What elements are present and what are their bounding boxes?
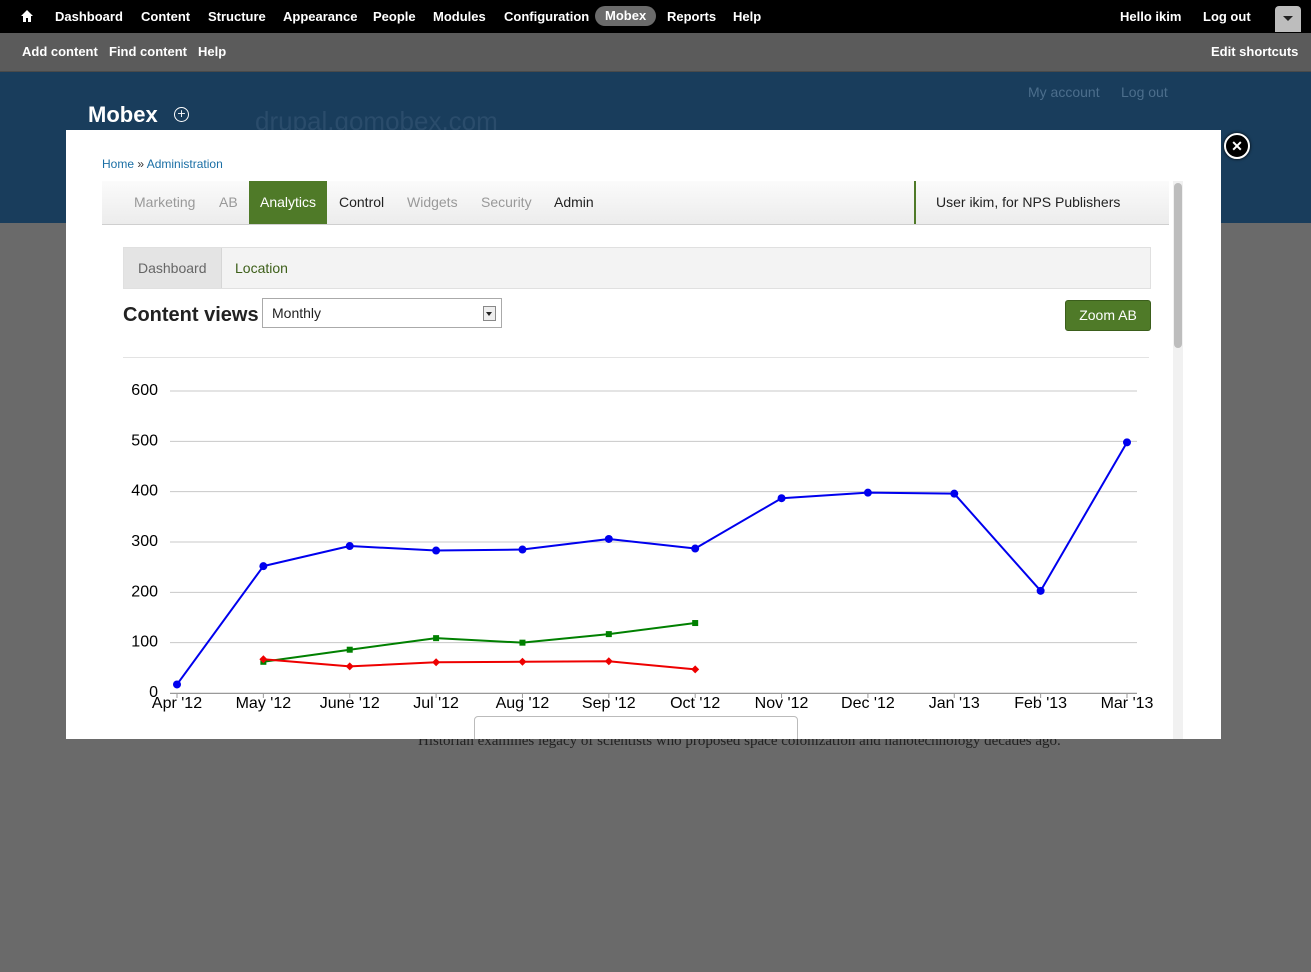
- shortcut-find-content[interactable]: Find content: [109, 44, 187, 59]
- greeting: Hello ikim: [1120, 9, 1181, 24]
- toolbar-item-content[interactable]: Content: [141, 9, 190, 24]
- y-tick-label: 500: [131, 432, 158, 449]
- data-point: [605, 631, 612, 638]
- toolbar-item-mobex[interactable]: Mobex: [595, 6, 657, 26]
- y-tick-label: 400: [131, 483, 158, 500]
- shortcut-add-content[interactable]: Add content: [22, 44, 98, 59]
- data-point: [345, 662, 354, 671]
- toolbar-item-configuration[interactable]: Configuration: [504, 9, 589, 24]
- data-point: [1036, 586, 1045, 595]
- x-tick-label: Jul '12: [413, 695, 459, 712]
- shortcut-help[interactable]: Help: [198, 44, 226, 59]
- period-select[interactable]: Monthly: [262, 298, 502, 328]
- greeting-prefix: Hello: [1120, 9, 1152, 24]
- my-account-link[interactable]: My account: [1028, 84, 1100, 100]
- data-point: [691, 544, 700, 553]
- section-divider: [123, 357, 1149, 358]
- subtab-dashboard[interactable]: Dashboard: [124, 248, 222, 288]
- content-views-chart: 0100200300400500600Apr '12 May '12 June '1…: [131, 382, 1154, 712]
- shortcuts-bar: Add content Find content Help Edit short…: [0, 33, 1311, 72]
- y-tick-label: 300: [131, 533, 158, 550]
- breadcrumb-separator: »: [137, 157, 145, 171]
- edit-shortcuts-link[interactable]: Edit shortcuts: [1211, 44, 1298, 59]
- plus-circle-icon[interactable]: +: [174, 107, 189, 122]
- home-icon[interactable]: [20, 9, 34, 23]
- toolbar-item-appearance[interactable]: Appearance: [283, 9, 357, 24]
- toolbar-item-reports[interactable]: Reports: [667, 9, 716, 24]
- data-point: [259, 562, 268, 571]
- toolbar-item-dashboard[interactable]: Dashboard: [55, 9, 123, 24]
- site-logo[interactable]: Mobex: [88, 102, 158, 128]
- data-point: [863, 488, 872, 497]
- y-tick-label: 200: [131, 583, 158, 600]
- tab-marketing[interactable]: Marketing: [134, 181, 195, 224]
- data-point: [519, 639, 526, 646]
- zoom-ab-button[interactable]: Zoom AB: [1065, 300, 1151, 331]
- y-tick-label: 600: [131, 382, 158, 399]
- x-tick-label: Apr '12: [152, 695, 202, 712]
- toolbar-item-structure[interactable]: Structure: [208, 9, 266, 24]
- data-point: [692, 620, 699, 627]
- toolbar-item-help[interactable]: Help: [733, 9, 761, 24]
- tabs-divider: [914, 181, 916, 224]
- tab-control[interactable]: Control: [339, 181, 384, 224]
- x-tick-label: Sep '12: [582, 695, 636, 712]
- x-tick-label: Nov '12: [755, 695, 809, 712]
- data-point: [173, 680, 181, 689]
- tab-ab[interactable]: AB: [219, 181, 238, 224]
- x-tick-label: Oct '12: [670, 695, 720, 712]
- user-info: User ikim, for NPS Publishers: [936, 194, 1121, 210]
- toolbar-item-modules[interactable]: Modules: [433, 9, 486, 24]
- shortcuts-toggle-button[interactable]: [1275, 6, 1301, 32]
- username-link[interactable]: ikim: [1155, 9, 1181, 24]
- data-point: [433, 635, 440, 642]
- breadcrumb: Home » Administration: [102, 157, 223, 171]
- close-overlay-icon[interactable]: ✕: [1224, 133, 1250, 159]
- x-tick-label: Dec '12: [841, 695, 895, 712]
- admin-toolbar: Dashboard Content Structure Appearance P…: [0, 0, 1311, 33]
- breadcrumb-administration[interactable]: Administration: [147, 157, 223, 171]
- y-tick-label: 100: [131, 634, 158, 651]
- x-tick-label: May '12: [236, 695, 292, 712]
- select-arrow-icon: [483, 306, 496, 321]
- content-views-title: Content views: [123, 304, 259, 326]
- data-point: [432, 546, 441, 555]
- data-point: [518, 545, 527, 554]
- series-line-2: [263, 658, 696, 671]
- data-point: [950, 489, 959, 498]
- tab-widgets[interactable]: Widgets: [407, 181, 458, 224]
- x-tick-label: Mar '13: [1101, 695, 1154, 712]
- data-point: [604, 534, 613, 543]
- logout-link[interactable]: Log out: [1203, 9, 1251, 24]
- header-logout-link[interactable]: Log out: [1121, 84, 1168, 100]
- data-point: [346, 646, 353, 653]
- period-select-value: Monthly: [272, 305, 322, 321]
- analytics-subtabs: Dashboard Location: [123, 247, 1151, 289]
- data-point: [432, 658, 441, 667]
- x-tick-label: Aug '12: [496, 695, 550, 712]
- tab-analytics[interactable]: Analytics: [249, 181, 328, 224]
- tab-security[interactable]: Security: [481, 181, 532, 224]
- data-point: [1123, 438, 1131, 447]
- scrollbar-thumb[interactable]: [1174, 183, 1182, 348]
- mobex-tabs: Marketing AB Analytics Control Widgets S…: [102, 181, 1169, 225]
- x-tick-label: June '12: [320, 695, 380, 712]
- toolbar-item-people[interactable]: People: [373, 9, 416, 24]
- data-point: [518, 657, 527, 666]
- data-point: [345, 542, 354, 551]
- series-line-0: [176, 441, 1128, 686]
- x-tick-label: Jan '13: [929, 695, 980, 712]
- subtab-location[interactable]: Location: [221, 248, 302, 288]
- data-point: [691, 665, 700, 674]
- chevron-down-icon: [1283, 16, 1293, 21]
- data-point: [777, 494, 786, 503]
- breadcrumb-home[interactable]: Home: [102, 157, 134, 171]
- data-point: [604, 657, 613, 666]
- x-tick-label: Feb '13: [1014, 695, 1067, 712]
- tab-admin[interactable]: Admin: [554, 181, 594, 224]
